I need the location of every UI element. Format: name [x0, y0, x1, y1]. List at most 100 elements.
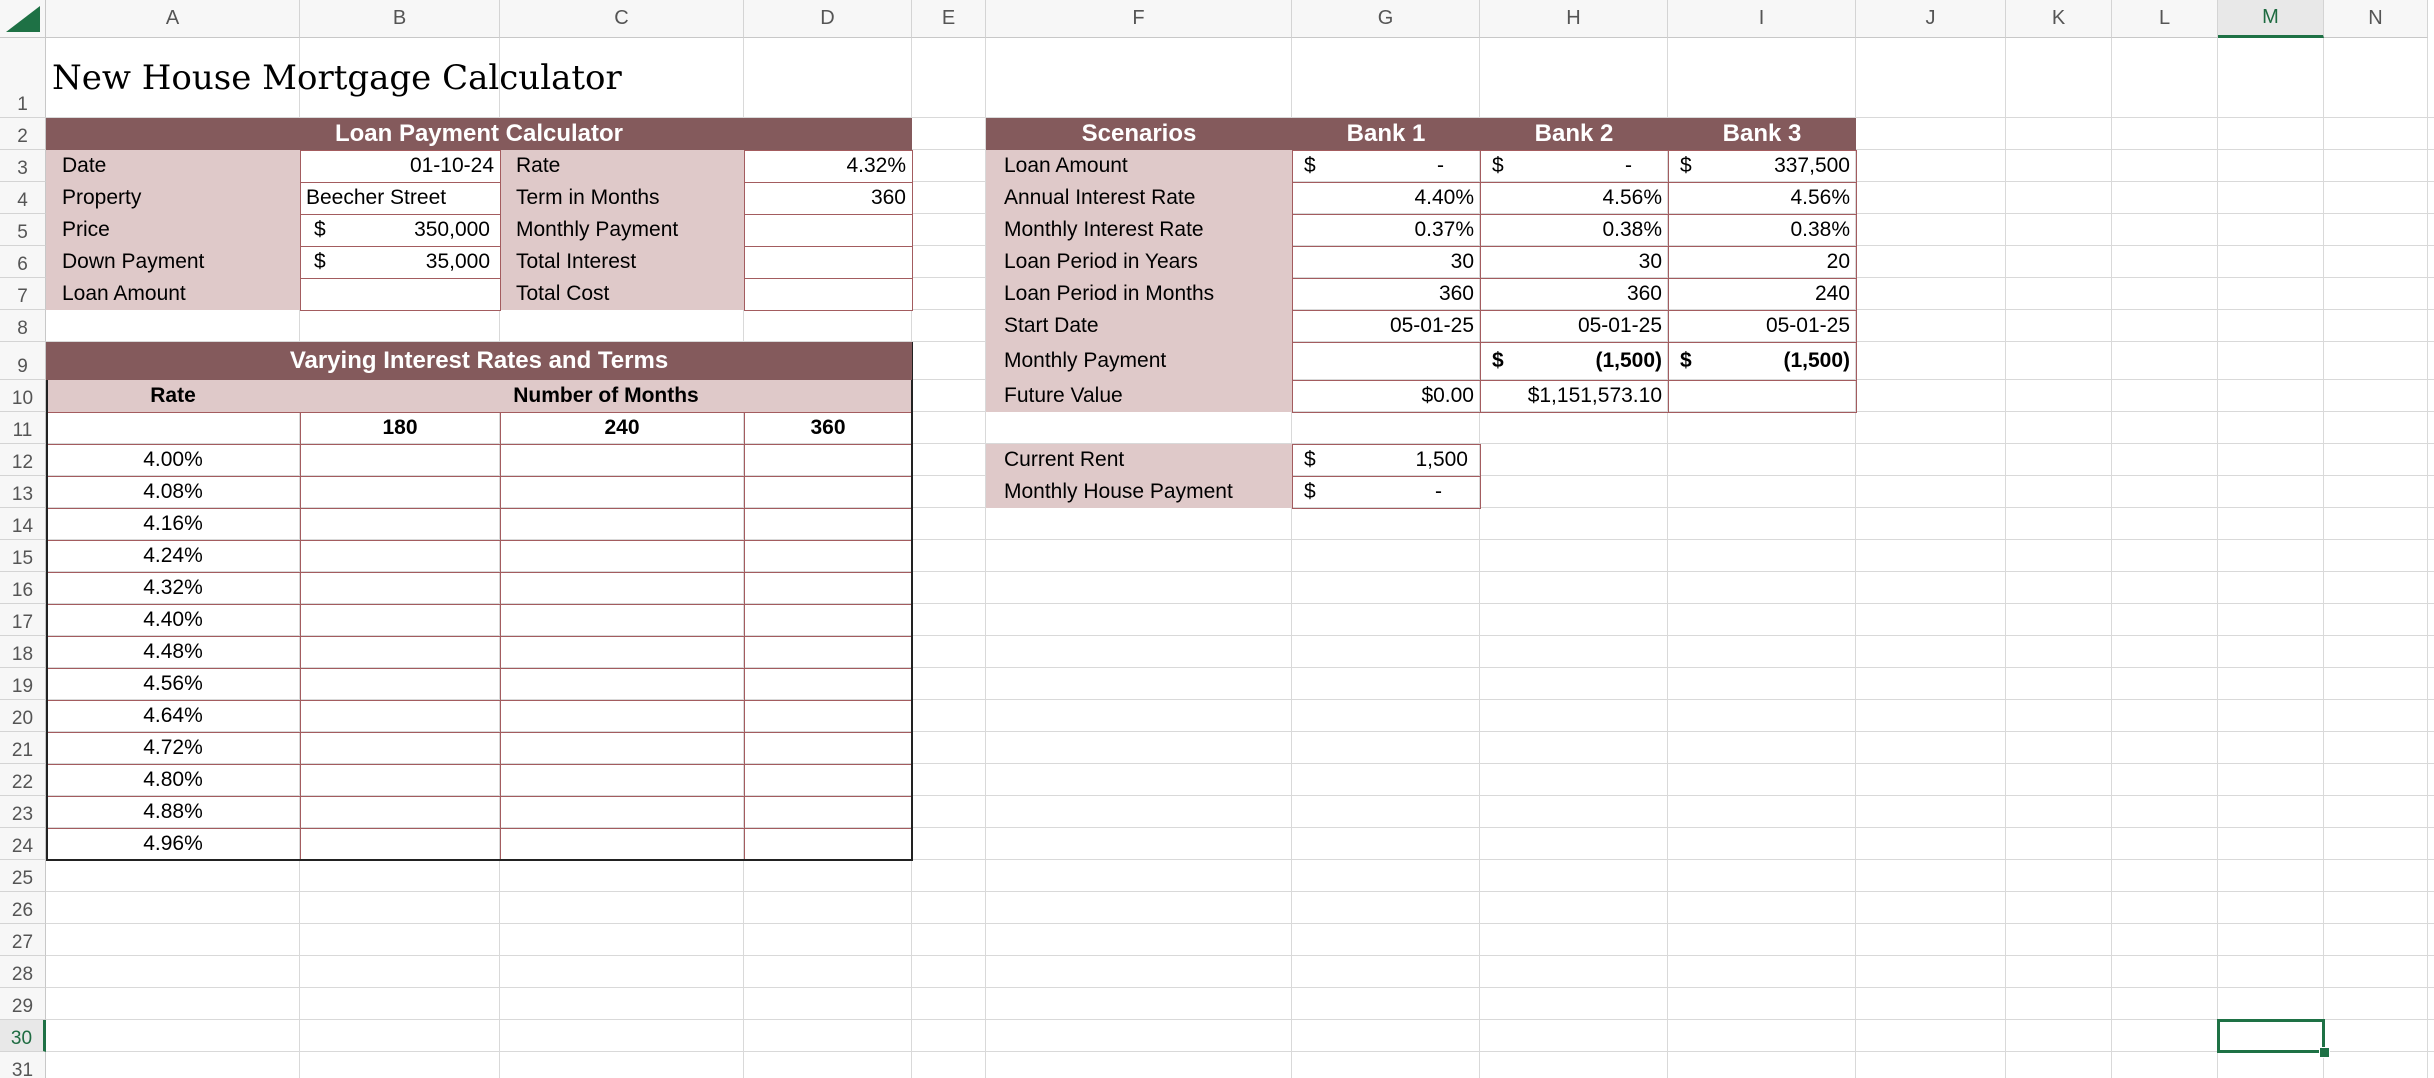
bank-3-future[interactable] [1668, 380, 1856, 412]
rate-row-7[interactable]: 4.48% [46, 636, 300, 668]
rate-row-6[interactable]: 4.40% [46, 604, 300, 636]
row-header-29[interactable]: 29 [0, 988, 46, 1020]
row-header-25[interactable]: 25 [0, 860, 46, 892]
date-label[interactable]: Date [46, 150, 300, 182]
loan-amount-value[interactable] [300, 278, 500, 310]
row-header-30[interactable]: 30 [0, 1020, 46, 1052]
rate-row-12[interactable]: 4.88% [46, 796, 300, 828]
row-header-15[interactable]: 15 [0, 540, 46, 572]
bank-header-2[interactable]: Bank 2 [1480, 118, 1668, 150]
rate-row-3[interactable]: 4.16% [46, 508, 300, 540]
row-header-8[interactable]: 8 [0, 310, 46, 342]
term-header-240[interactable]: 240 [500, 412, 744, 444]
house-payment-label[interactable]: Monthly House Payment [986, 476, 1292, 508]
total-interest-label[interactable]: Total Interest [500, 246, 744, 278]
row-header-6[interactable]: 6 [0, 246, 46, 278]
column-header-i[interactable]: I [1668, 0, 1856, 38]
bank-3-annual-rate[interactable]: 4.56% [1668, 182, 1856, 214]
row-header-20[interactable]: 20 [0, 700, 46, 732]
bank-3-loan-amount[interactable]: 337,500 [1668, 150, 1856, 182]
current-rent-value[interactable]: 1,500 [1292, 444, 1480, 476]
row-header-21[interactable]: 21 [0, 732, 46, 764]
bank-2-payment[interactable]: (1,500) [1480, 342, 1668, 380]
row-header-31[interactable]: 31 [0, 1052, 46, 1078]
bank-2-future[interactable]: $1,151,573.10 [1480, 380, 1668, 412]
scenario-label-payment[interactable]: Monthly Payment [986, 342, 1292, 380]
column-header-e[interactable]: E [912, 0, 986, 38]
total-cost-label[interactable]: Total Cost [500, 278, 744, 310]
rate-label[interactable]: Rate [500, 150, 744, 182]
row-header-3[interactable]: 3 [0, 150, 46, 182]
row-header-26[interactable]: 26 [0, 892, 46, 924]
bank-1-loan-amount[interactable]: - [1292, 150, 1480, 182]
row-header-1[interactable]: 1 [0, 38, 46, 118]
column-header-l[interactable]: L [2112, 0, 2218, 38]
selected-cell-m30[interactable] [2217, 1019, 2325, 1053]
row-header-4[interactable]: 4 [0, 182, 46, 214]
price-label[interactable]: Price [46, 214, 300, 246]
column-header-j[interactable]: J [1856, 0, 2006, 38]
row-header-28[interactable]: 28 [0, 956, 46, 988]
scenario-label-start[interactable]: Start Date [986, 310, 1292, 342]
rate-row-8[interactable]: 4.56% [46, 668, 300, 700]
varying-header[interactable]: Varying Interest Rates and Terms [46, 342, 912, 380]
row-header-7[interactable]: 7 [0, 278, 46, 310]
bank-1-payment[interactable] [1292, 342, 1480, 380]
row-header-27[interactable]: 27 [0, 924, 46, 956]
row-header-9[interactable]: 9 [0, 342, 46, 380]
scenario-label-months[interactable]: Loan Period in Months [986, 278, 1292, 310]
row-header-12[interactable]: 12 [0, 444, 46, 476]
column-header-h[interactable]: H [1480, 0, 1668, 38]
loan-calc-header[interactable]: Loan Payment Calculator [46, 118, 912, 150]
rate-row-4[interactable]: 4.24% [46, 540, 300, 572]
rate-value[interactable]: 4.32% [744, 150, 912, 182]
bank-header-3[interactable]: Bank 3 [1668, 118, 1856, 150]
bank-2-years[interactable]: 30 [1480, 246, 1668, 278]
rate-row-2[interactable]: 4.08% [46, 476, 300, 508]
term-value[interactable]: 360 [744, 182, 912, 214]
rate-row-9[interactable]: 4.64% [46, 700, 300, 732]
row-header-18[interactable]: 18 [0, 636, 46, 668]
row-header-22[interactable]: 22 [0, 764, 46, 796]
bank-2-monthly-rate[interactable]: 0.38% [1480, 214, 1668, 246]
rate-row-11[interactable]: 4.80% [46, 764, 300, 796]
column-header-g[interactable]: G [1292, 0, 1480, 38]
bank-1-monthly-rate[interactable]: 0.37% [1292, 214, 1480, 246]
bank-3-start[interactable]: 05-01-25 [1668, 310, 1856, 342]
scenario-label-monthly-rate[interactable]: Monthly Interest Rate [986, 214, 1292, 246]
row-header-14[interactable]: 14 [0, 508, 46, 540]
down-payment-value[interactable]: 35,000 [300, 246, 500, 278]
varying-rate-label[interactable]: Rate [46, 380, 300, 412]
row-header-13[interactable]: 13 [0, 476, 46, 508]
bank-2-annual-rate[interactable]: 4.56% [1480, 182, 1668, 214]
row-header-19[interactable]: 19 [0, 668, 46, 700]
scenario-label-annual-rate[interactable]: Annual Interest Rate [986, 182, 1292, 214]
row-header-11[interactable]: 11 [0, 412, 46, 444]
bank-2-loan-amount[interactable]: - [1480, 150, 1668, 182]
rate-row-5[interactable]: 4.32% [46, 572, 300, 604]
bank-3-years[interactable]: 20 [1668, 246, 1856, 278]
bank-3-months[interactable]: 240 [1668, 278, 1856, 310]
bank-header-1[interactable]: Bank 1 [1292, 118, 1480, 150]
column-header-m[interactable]: M [2218, 0, 2324, 38]
column-header-d[interactable]: D [744, 0, 912, 38]
date-value[interactable]: 01-10-24 [300, 150, 500, 182]
row-header-23[interactable]: 23 [0, 796, 46, 828]
column-header-c[interactable]: C [500, 0, 744, 38]
sheet-title[interactable]: New House Mortgage Calculator [46, 38, 912, 118]
scenario-label-loan-amount[interactable]: Loan Amount [986, 150, 1292, 182]
bank-1-future[interactable]: $0.00 [1292, 380, 1480, 412]
bank-2-start[interactable]: 05-01-25 [1480, 310, 1668, 342]
bank-1-years[interactable]: 30 [1292, 246, 1480, 278]
rate-row-13[interactable]: 4.96% [46, 828, 300, 860]
column-header-b[interactable]: B [300, 0, 500, 38]
corner-select-all[interactable] [0, 0, 46, 38]
rate-row-10[interactable]: 4.72% [46, 732, 300, 764]
loan-amount-label[interactable]: Loan Amount [46, 278, 300, 310]
monthly-payment-label[interactable]: Monthly Payment [500, 214, 744, 246]
row-header-2[interactable]: 2 [0, 118, 46, 150]
row-header-24[interactable]: 24 [0, 828, 46, 860]
property-value[interactable]: Beecher Street [300, 182, 500, 214]
column-header-f[interactable]: F [986, 0, 1292, 38]
down-payment-label[interactable]: Down Payment [46, 246, 300, 278]
